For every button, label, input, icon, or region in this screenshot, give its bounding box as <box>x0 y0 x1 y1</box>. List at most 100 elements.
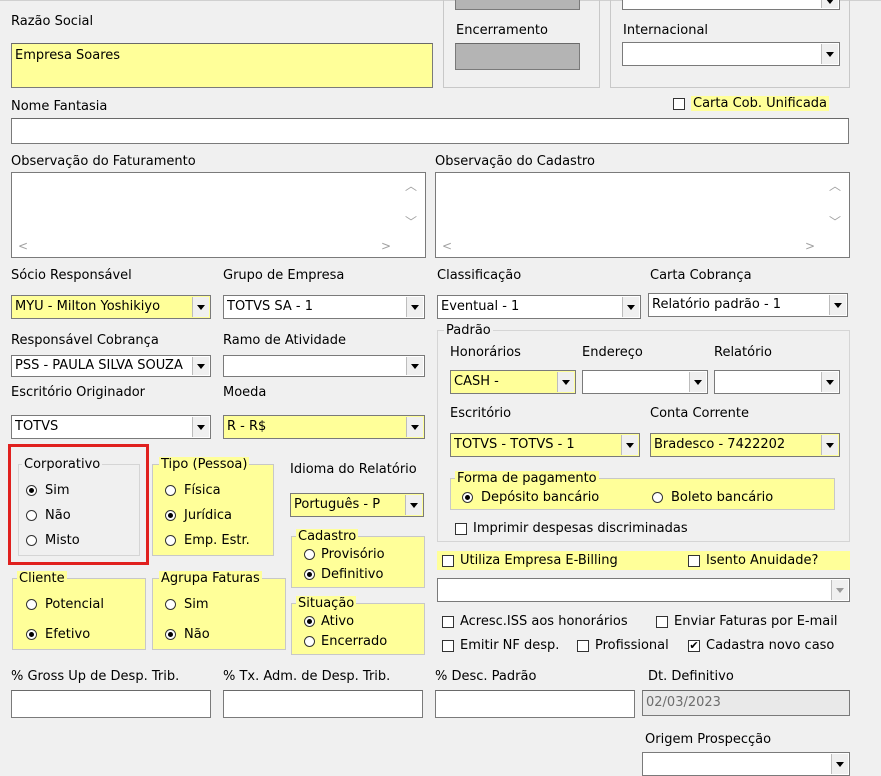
radio-icon[interactable] <box>165 485 176 496</box>
emitir-nf-checkbox[interactable]: Emitir NF desp. <box>442 638 559 653</box>
internacional-label: Internacional <box>623 23 709 38</box>
gross-up-field[interactable] <box>11 690 211 718</box>
classificacao-select[interactable]: Eventual - 1 <box>437 295 641 319</box>
origem-prospeccao-select[interactable] <box>642 752 850 776</box>
tipo-pessoa-option-juridica[interactable]: Jurídica <box>165 508 232 523</box>
agrupa-faturas-option-sim[interactable]: Sim <box>165 597 209 612</box>
scroll-up-icon[interactable]: ︿ <box>829 177 841 194</box>
obs-cadastro-memo[interactable]: ︿ ﹀ < > <box>435 172 850 258</box>
radio-icon[interactable] <box>304 549 315 560</box>
chevron-down-icon <box>197 424 205 430</box>
isento-anuidade-checkbox[interactable]: Isento Anuidade? <box>688 553 818 568</box>
scroll-right-icon[interactable]: > <box>381 239 391 253</box>
check-icon[interactable]: ✔ <box>688 639 700 652</box>
dt-definitivo-field: 02/03/2023 <box>642 690 850 716</box>
nome-fantasia-field[interactable] <box>11 118 849 144</box>
radio-selected-icon[interactable] <box>462 492 473 503</box>
selection-highlight <box>8 444 149 565</box>
scroll-up-icon[interactable]: ︿ <box>405 177 417 194</box>
radio-selected-icon[interactable] <box>26 629 37 640</box>
relatorio-select[interactable] <box>714 370 840 394</box>
radio-icon[interactable] <box>26 599 37 610</box>
boleto-bancario-radio[interactable]: Boleto bancário <box>652 490 773 505</box>
checkbox-box[interactable] <box>656 615 668 628</box>
internacional-select[interactable] <box>622 42 840 66</box>
radio-selected-icon[interactable] <box>165 629 176 640</box>
escritorio-originador-select[interactable]: TOTVS <box>11 415 211 439</box>
tipo-pessoa-option-emp-estr[interactable]: Emp. Estr. <box>165 533 250 548</box>
checkbox-box[interactable] <box>455 522 467 535</box>
idioma-relatorio-select[interactable]: Português - P <box>290 493 424 517</box>
radio-icon[interactable] <box>304 636 315 647</box>
chevron-down-icon <box>411 424 419 430</box>
cadastro-option-definitivo[interactable]: Definitivo <box>304 567 383 582</box>
escritorio-select[interactable]: TOTVS - TOTVS - 1 <box>450 433 640 457</box>
origem-prospeccao-label: Origem Prospecção <box>645 732 772 747</box>
radio-icon[interactable] <box>165 599 176 610</box>
checkbox-box[interactable] <box>442 615 454 628</box>
carta-cobranca-select[interactable]: Relatório padrão - 1 <box>648 293 848 317</box>
tipo-pessoa-option-fisica[interactable]: Física <box>165 483 221 498</box>
checkbox-box[interactable] <box>673 97 685 110</box>
chevron-down-icon <box>826 0 834 4</box>
checkbox-box[interactable] <box>577 639 589 652</box>
encerramento-label: Encerramento <box>456 23 548 38</box>
conta-corrente-select[interactable]: Bradesco - 7422202 <box>650 433 840 457</box>
scroll-left-icon[interactable]: < <box>442 239 452 253</box>
checkbox-box[interactable] <box>442 639 454 652</box>
chevron-down-icon <box>197 363 205 369</box>
utiliza-ebilling-checkbox[interactable]: Utiliza Empresa E-Billing <box>442 553 618 568</box>
radio-icon[interactable] <box>652 492 663 503</box>
cliente-option-efetivo[interactable]: Efetivo <box>26 627 90 642</box>
tx-adm-field[interactable] <box>223 690 423 718</box>
gross-up-label: % Gross Up de Desp. Trib. <box>11 669 180 684</box>
ramo-atividade-select[interactable] <box>223 355 425 377</box>
endereco-select[interactable] <box>582 370 708 394</box>
chevron-down-icon <box>826 379 834 385</box>
enviar-faturas-checkbox[interactable]: Enviar Faturas por E-mail <box>656 614 837 629</box>
dt-definitivo-label: Dt. Definitivo <box>648 669 734 684</box>
radio-selected-icon[interactable] <box>304 616 315 627</box>
cadastra-novo-caso-checkbox[interactable]: ✔ Cadastra novo caso <box>688 638 834 653</box>
desc-padrao-field[interactable] <box>435 690 635 718</box>
cadastro-option-provisorio[interactable]: Provisório <box>304 547 385 562</box>
socio-responsavel-label: Sócio Responsável <box>11 268 132 283</box>
situacao-option-ativo[interactable]: Ativo <box>304 614 354 629</box>
responsavel-cobranca-select[interactable]: PSS - PAULA SILVA SOUZA <box>11 355 211 377</box>
conta-corrente-label: Conta Corrente <box>650 406 750 421</box>
grupo-empresa-select[interactable]: TOTVS SA - 1 <box>223 295 425 319</box>
moeda-select[interactable]: R - R$ <box>223 415 425 439</box>
radio-selected-icon[interactable] <box>165 510 176 521</box>
chevron-down-icon <box>411 363 419 369</box>
situacao-option-encerrado[interactable]: Encerrado <box>304 634 387 649</box>
nome-fantasia-label: Nome Fantasia <box>11 99 108 114</box>
top-combo-partial[interactable] <box>622 0 840 10</box>
obs-faturamento-label: Observação do Faturamento <box>11 154 196 169</box>
checkbox-box[interactable] <box>442 554 454 567</box>
moeda-label: Moeda <box>223 385 267 400</box>
agrupa-faturas-option-nao[interactable]: Não <box>165 627 210 642</box>
radio-icon[interactable] <box>165 535 176 546</box>
ebilling-select[interactable] <box>437 578 850 602</box>
obs-faturamento-memo[interactable]: ︿ ﹀ < > <box>11 172 426 258</box>
chevron-down-icon <box>834 302 842 308</box>
relatorio-label: Relatório <box>714 345 772 360</box>
acresc-iss-checkbox[interactable]: Acresc.ISS aos honorários <box>442 614 628 629</box>
deposito-bancario-radio[interactable]: Depósito bancário <box>462 490 599 505</box>
razao-social-field[interactable]: Empresa Soares <box>11 43 433 88</box>
ramo-atividade-label: Ramo de Atividade <box>223 333 346 348</box>
scroll-down-icon[interactable]: ﹀ <box>829 213 841 230</box>
scroll-left-icon[interactable]: < <box>18 239 28 253</box>
scroll-down-icon[interactable]: ﹀ <box>405 213 417 230</box>
chevron-down-icon <box>411 304 419 310</box>
checkbox-box[interactable] <box>688 554 700 567</box>
scroll-right-icon[interactable]: > <box>805 239 815 253</box>
carta-cob-unificada-checkbox[interactable]: Carta Cob. Unificada <box>673 96 830 111</box>
cliente-option-potencial[interactable]: Potencial <box>26 597 104 612</box>
radio-selected-icon[interactable] <box>304 569 315 580</box>
honorarios-label: Honorários <box>450 345 521 360</box>
imprimir-despesas-checkbox[interactable]: Imprimir despesas discriminadas <box>455 521 688 536</box>
honorarios-select[interactable]: CASH - <box>450 370 576 394</box>
profissional-checkbox[interactable]: Profissional <box>577 638 669 653</box>
socio-responsavel-select[interactable]: MYU - Milton Yoshikiyo <box>11 295 211 319</box>
